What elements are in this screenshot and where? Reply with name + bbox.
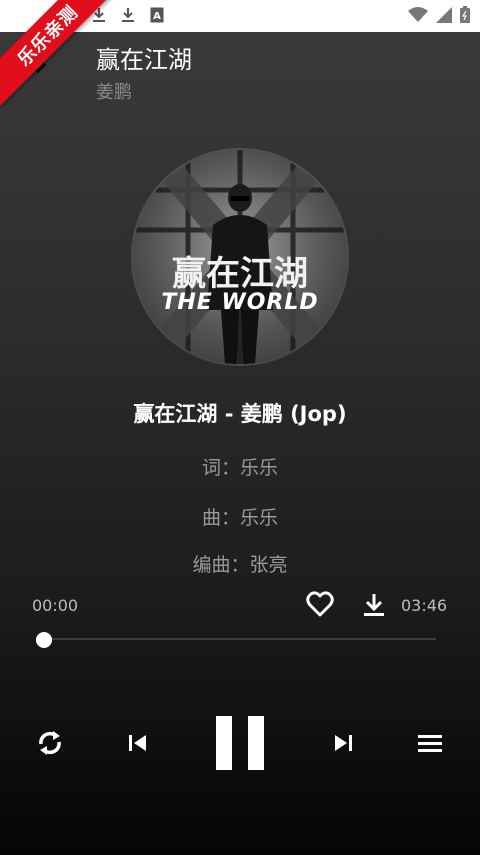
pause-icon xyxy=(216,716,264,770)
svg-text:A: A xyxy=(153,11,161,22)
battery-icon xyxy=(460,6,470,27)
song-title: 赢在江湖 xyxy=(96,46,192,74)
download-icon xyxy=(364,594,384,616)
progress-thumb[interactable] xyxy=(36,632,52,648)
lyric-line: 编曲：张亮 xyxy=(192,554,288,574)
playlist-button[interactable] xyxy=(417,732,443,758)
download-icon xyxy=(121,7,135,27)
heart-outline-icon xyxy=(306,591,334,617)
lyric-current-line: 赢在江湖 - 姜鹏 (Jop) xyxy=(133,402,347,426)
download-button[interactable] xyxy=(362,592,386,618)
cover-subtitle-text: THE WORLD xyxy=(161,290,319,315)
cover-title-text: 赢在江湖 xyxy=(172,254,308,294)
current-time: 00:00 xyxy=(32,596,79,615)
previous-button[interactable] xyxy=(127,733,149,757)
repeat-icon xyxy=(39,731,61,755)
signal-icon xyxy=(436,6,452,27)
pause-button[interactable] xyxy=(214,714,266,776)
a-icon: A xyxy=(150,7,164,27)
wifi-icon xyxy=(408,6,428,27)
song-artist: 姜鹏 xyxy=(96,82,132,103)
total-time: 03:46 xyxy=(401,596,448,615)
lyric-line-clipped: 编曲：张亮 xyxy=(0,548,480,574)
next-icon xyxy=(335,735,352,751)
favorite-button[interactable] xyxy=(306,591,334,617)
previous-icon xyxy=(129,735,146,751)
repeat-button[interactable] xyxy=(36,728,64,762)
playlist-icon xyxy=(418,735,442,752)
next-button[interactable] xyxy=(332,733,354,757)
progress-track[interactable] xyxy=(44,638,436,640)
lyric-line: 曲：乐乐 xyxy=(201,507,278,529)
album-cover: 赢在江湖 THE WORLD xyxy=(133,150,347,364)
lyric-line: 词：乐乐 xyxy=(201,457,278,479)
